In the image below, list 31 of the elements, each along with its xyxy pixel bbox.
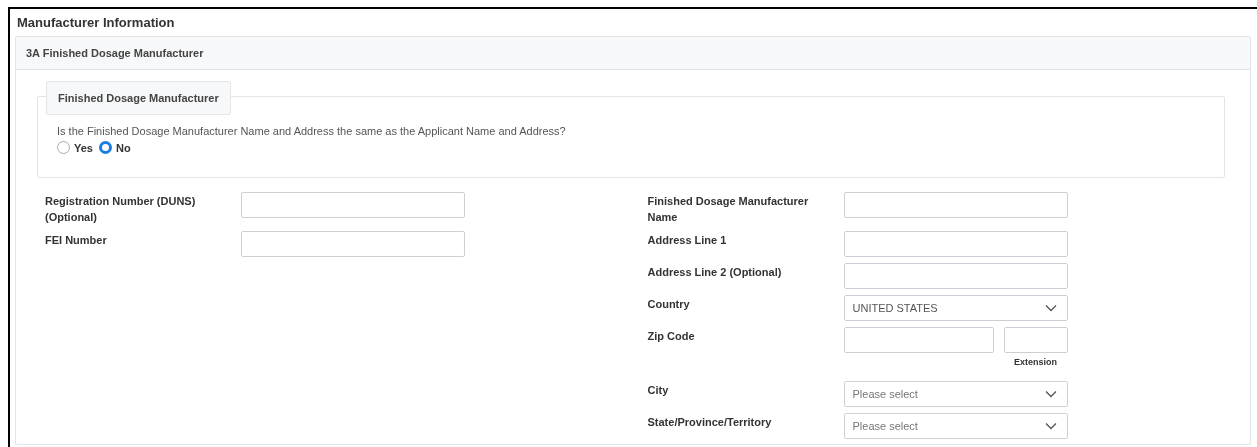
dropdown[interactable]: Please select <box>843 381 1068 407</box>
field-label: Address Line 1 <box>647 233 728 248</box>
text-field[interactable] <box>241 231 465 257</box>
dropdown[interactable]: UNITED STATES <box>843 295 1068 321</box>
page-title: Manufacturer Information <box>17 15 176 30</box>
field-label: Zip Code <box>647 329 696 344</box>
radio-label[interactable]: No <box>115 141 131 154</box>
radio-label[interactable]: Yes <box>74 141 93 154</box>
radio-button[interactable] <box>57 141 70 154</box>
field-label: City <box>647 383 670 398</box>
field-caption: Extension <box>1013 357 1058 367</box>
field-label: Country <box>647 297 691 312</box>
zip-field[interactable] <box>843 327 994 353</box>
text-field[interactable] <box>241 192 465 218</box>
chevron-down-icon <box>1044 422 1057 430</box>
field-label: State/Province/Territory <box>647 415 773 430</box>
dropdown[interactable]: Please select <box>843 413 1068 439</box>
text-field[interactable] <box>843 231 1068 257</box>
chevron-down-icon <box>1044 304 1057 312</box>
radio-button[interactable] <box>98 141 112 154</box>
field-label: Finished Dosage Manufacturer Name <box>647 194 810 225</box>
question-text: Is the Finished Dosage Manufacturer Name and Address the same as the Applicant Name and Address? <box>57 125 567 137</box>
field-label: Address Line 2 (Optional) <box>647 265 783 280</box>
section-header[interactable]: 3A Finished Dosage Manufacturer <box>16 37 1250 70</box>
fieldset-legend: Finished Dosage Manufacturer <box>46 81 231 115</box>
chevron-down-icon <box>1044 390 1057 398</box>
text-field[interactable] <box>843 263 1068 289</box>
field-label: Registration Number (DUNS) (Optional) <box>45 194 197 225</box>
extension-field[interactable] <box>1003 327 1068 353</box>
field-label: FEI Number <box>45 233 108 248</box>
text-field[interactable] <box>843 192 1068 218</box>
